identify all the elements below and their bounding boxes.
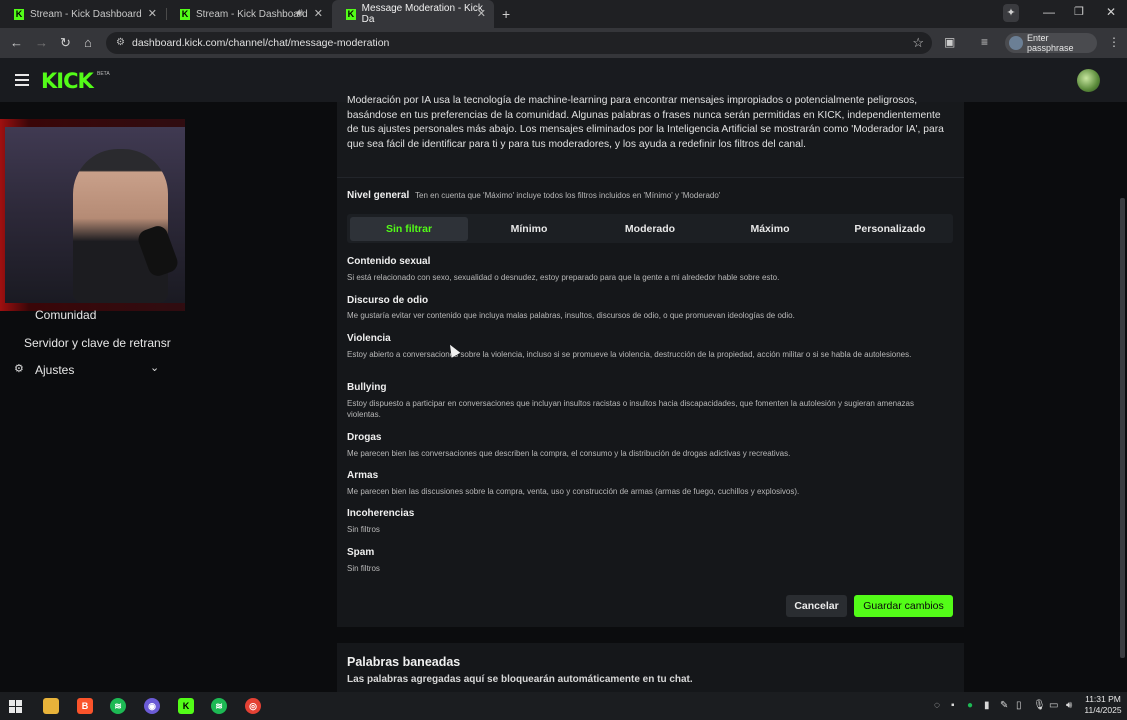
save-button[interactable]: Guardar cambios [854,595,953,617]
taskbar: B ≋ ◉ K ≋ ◎ ◌ ▪ ● ▮ ✎ ▯ 🎙︎ ▭ 🔊︎ [0,692,1127,720]
category-desc: Sin filtros [347,564,380,573]
level-option-personalizado[interactable]: Personalizado [831,217,949,241]
chevron-down-icon[interactable]: ⌄ [150,361,159,374]
level-option-maximo[interactable]: Máximo [711,217,829,241]
level-label: Nivel general [347,190,410,201]
bookmark-star-icon[interactable]: ☆ [912,35,924,51]
new-tab-icon[interactable]: + [502,6,510,22]
windows-start-icon[interactable] [9,700,22,713]
category-desc: Me parecen bien las conversaciones que d… [347,449,791,458]
home-icon[interactable]: ⌂ [84,35,92,50]
kick-favicon-icon: K [14,8,24,20]
close-window-icon[interactable]: ✕ [1106,5,1116,19]
kick-favicon-icon: K [180,8,190,20]
taskbar-clock[interactable]: 11:31 PM 11/4/2025 [1083,694,1123,716]
profile-label: Enter passphrase [1027,33,1074,53]
tray-icon[interactable]: ◌ [934,700,940,711]
tab-close-icon[interactable]: ✕ [477,7,486,20]
sidebar-item-comunidad[interactable]: Comunidad [35,308,96,322]
microphone-tray-icon[interactable]: 🎙︎ [1033,700,1046,711]
clock-date: 11/4/2025 [1084,705,1122,715]
extensions-sparkle-icon[interactable]: ✦ [1003,4,1019,22]
tray-icon[interactable]: ▪ [951,700,955,711]
hamburger-menu-icon[interactable] [15,74,29,86]
category-desc: Me gustaría evitar ver contenido que inc… [347,311,795,320]
level-hint: Ten en cuenta que 'Máximo' incluye todos… [415,191,721,200]
category-title: Incoherencias [347,508,415,519]
browser-tab-active[interactable]: K Message Moderation - Kick Da ✕ [332,0,494,28]
spotify-tray-icon[interactable]: ● [967,700,973,711]
category-title: Armas [347,470,379,481]
menu-dots-icon[interactable]: ⋮ [1108,35,1120,49]
tab-search-icon[interactable]: ▣ [944,35,955,49]
speaker-icon[interactable]: 🔊︎ [296,7,303,20]
level-option-minimo[interactable]: Mínimo [470,217,588,241]
category-title: Spam [347,547,375,558]
profile-chip[interactable]: Enter passphrase [1005,33,1097,53]
tray-icon[interactable]: ▯ [1016,700,1022,711]
minimize-icon[interactable]: — [1043,5,1055,19]
tab-title: Message Moderation - Kick Da [361,3,483,25]
page-scrollbar[interactable] [1120,198,1125,658]
category-desc: Sin filtros [347,525,380,534]
level-option-moderado[interactable]: Moderado [591,217,709,241]
url-field[interactable]: ⚙ dashboard.kick.com/channel/chat/messag… [106,32,932,54]
tray-icon[interactable]: ▮ [984,700,990,711]
browser-tab-bar: K Stream - Kick Dashboard ✕ K Stream - K… [0,0,1127,28]
banned-words-title: Palabras baneadas [347,655,461,669]
tab-title: Stream - Kick Dashboard [196,8,308,20]
category-title: Bullying [347,382,387,393]
tab-close-icon[interactable]: ✕ [314,7,323,20]
banned-words-desc: Las palabras agregadas aquí se bloqueará… [347,674,693,685]
sidebar-item-servidor[interactable]: Servidor y clave de retransr [24,336,171,350]
brave-browser-icon[interactable]: B [77,698,93,714]
maximize-icon[interactable]: ❐ [1074,5,1084,18]
profile-avatar-icon [1009,36,1023,50]
address-bar-row: ← → ↻ ⌂ ⚙ dashboard.kick.com/channel/cha… [0,28,1127,58]
site-info-icon[interactable]: ⚙ [116,37,125,48]
obs-icon[interactable]: ◉ [144,698,160,714]
tab-close-icon[interactable]: ✕ [148,7,157,20]
ai-moderation-card [337,102,964,627]
file-explorer-icon[interactable] [43,698,59,714]
cancel-button[interactable]: Cancelar [786,595,847,617]
tray-icon[interactable]: ✎ [1000,700,1008,711]
gear-icon: ⚙ [14,363,24,375]
level-option-sin-filtrar[interactable]: Sin filtrar [350,217,468,241]
chrome-icon[interactable]: ◎ [245,698,261,714]
browser-tab[interactable]: K Stream - Kick Dashboard 🔊︎ ✕ [166,0,331,28]
category-desc: Estoy dispuesto a participar en conversa… [347,399,914,419]
media-icon[interactable]: ≡ [981,35,988,49]
sidebar-item-ajustes[interactable]: Ajustes [35,363,74,377]
tab-title: Stream - Kick Dashboard [30,8,142,20]
kick-favicon-icon: K [346,8,356,20]
volume-icon[interactable]: 🔊︎ [1066,700,1072,711]
clock-time: 11:31 PM [1085,694,1121,704]
kick-app-icon[interactable]: K [178,698,194,714]
spotify-icon[interactable]: ≋ [110,698,126,714]
level-selector: Sin filtrar Mínimo Moderado Máximo Perso… [347,214,953,243]
forward-icon[interactable]: → [35,35,48,50]
back-icon[interactable]: ← [10,35,23,50]
spotify-icon[interactable]: ≋ [211,698,227,714]
category-desc: Me parecen bien las discusiones sobre la… [347,487,800,496]
category-title: Drogas [347,432,382,443]
browser-tab[interactable]: K Stream - Kick Dashboard ✕ [0,0,165,28]
category-title: Violencia [347,333,391,344]
category-title: Contenido sexual [347,256,431,267]
beta-badge: BETA [97,71,110,77]
reload-icon[interactable]: ↻ [60,35,71,51]
category-title: Discurso de odio [347,295,429,306]
category-desc: Si está relacionado con sexo, sexualidad… [347,273,780,282]
category-desc: Estoy abierto a conversaciones sobre la … [347,350,912,359]
network-icon[interactable]: ▭ [1049,700,1058,711]
intro-text: Moderación por IA usa la tecnología de m… [347,95,944,150]
url-text: dashboard.kick.com/channel/chat/message-… [132,37,390,49]
kick-logo[interactable]: KICK [41,69,94,93]
user-avatar[interactable] [1077,69,1100,92]
